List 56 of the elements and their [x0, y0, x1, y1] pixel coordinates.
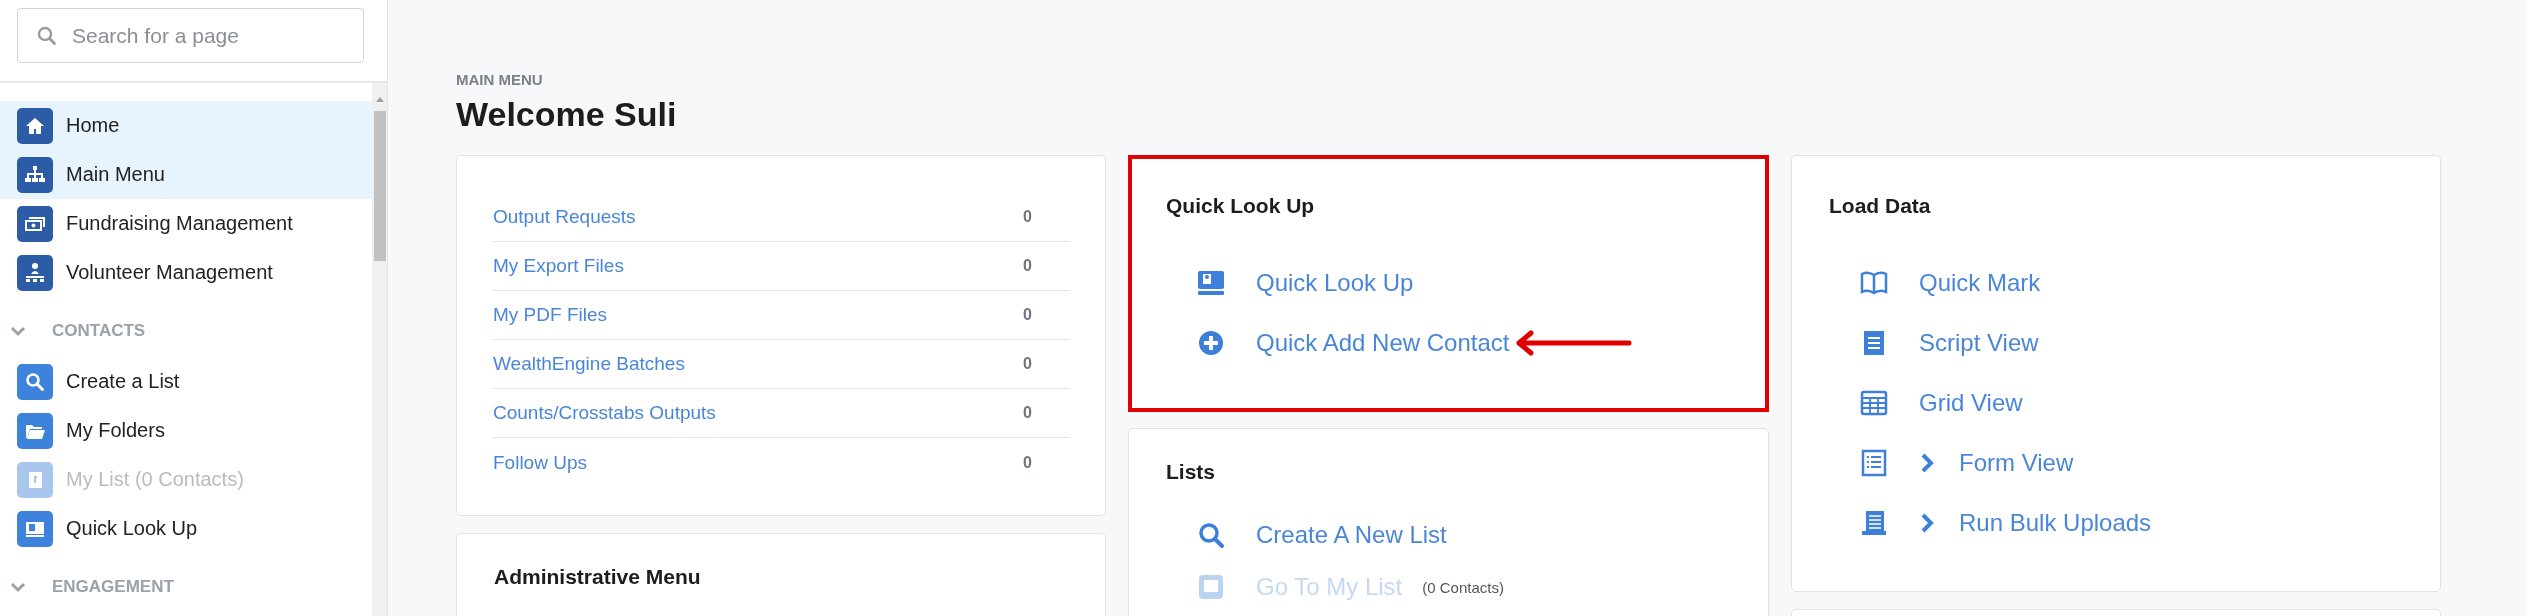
- page-title: Welcome Suli: [456, 94, 678, 135]
- menu-link[interactable]: Script View: [1919, 329, 2039, 357]
- sitemap-icon: [17, 156, 53, 193]
- section-header[interactable]: ENGAGEMENT: [0, 567, 372, 607]
- menu-link[interactable]: Quick Add New Contact: [1256, 329, 1510, 357]
- count: 0: [1023, 404, 1032, 422]
- scroll-up-icon[interactable]: [374, 95, 385, 105]
- id-card-icon: [17, 510, 53, 547]
- stacked-pages-icon: [1859, 508, 1889, 538]
- menu-link[interactable]: Run Bulk Uploads: [1959, 509, 2152, 537]
- menu-link[interactable]: Quick Look Up: [1256, 269, 1414, 297]
- menu-link[interactable]: My PDF Files: [493, 304, 607, 326]
- scrollbar-thumb[interactable]: [373, 111, 386, 261]
- menu-link[interactable]: Create A New List: [1256, 521, 1447, 549]
- sidebar-item[interactable]: Fundraising Management: [0, 199, 372, 248]
- folder-icon: [17, 412, 53, 449]
- sidebar-item[interactable]: Create a List: [0, 357, 372, 406]
- sidebar-item[interactable]: Main Menu: [0, 150, 372, 199]
- list-card-icon: [1196, 572, 1226, 602]
- menu-link[interactable]: Output Requests: [493, 206, 636, 228]
- grid-icon: [1859, 388, 1889, 418]
- section-header[interactable]: CONTACTS: [0, 311, 372, 351]
- sidebar-item[interactable]: Quick Look Up: [0, 504, 372, 553]
- banknotes-icon: [17, 205, 53, 242]
- plus-circle-icon: [1196, 328, 1226, 358]
- menu-link[interactable]: Counts/Crosstabs Outputs: [493, 402, 716, 424]
- contact-card-icon: [17, 461, 53, 498]
- sidebar-item[interactable]: Home: [0, 101, 372, 150]
- scrollbar[interactable]: [372, 83, 387, 616]
- search-icon: [37, 26, 57, 46]
- card-title: Quick Look Up: [1166, 193, 1316, 219]
- count: 0: [1023, 453, 1032, 472]
- menu-link[interactable]: Grid View: [1919, 389, 2023, 417]
- search-icon: [17, 363, 53, 400]
- search-icon: [1196, 520, 1226, 550]
- menu-link[interactable]: WealthEngine Batches: [493, 353, 685, 375]
- menu-link[interactable]: Follow Ups: [493, 451, 587, 474]
- menu-link[interactable]: My Export Files: [493, 255, 624, 277]
- card-title: Administrative Menu: [494, 564, 702, 590]
- org-chart-icon: [17, 254, 53, 291]
- sidebar-item[interactable]: My Folders: [0, 406, 372, 455]
- form-list-icon: [1859, 448, 1889, 478]
- sidebar-item[interactable]: Volunteer Management: [0, 248, 372, 297]
- menu-link[interactable]: Quick Mark: [1919, 269, 2041, 297]
- card-title: Load Data: [1829, 193, 1932, 219]
- home-icon: [17, 107, 53, 144]
- count: 0: [1023, 208, 1032, 226]
- count: 0: [1023, 257, 1032, 275]
- id-card-icon: [1196, 268, 1226, 298]
- search-field[interactable]: Search for a page: [17, 8, 364, 63]
- menu-link[interactable]: Form View: [1959, 449, 2074, 477]
- count: 0: [1023, 355, 1032, 373]
- card-title: Lists: [1166, 459, 1216, 485]
- contact-count: (0 Contacts): [1422, 578, 1504, 596]
- page-eyebrow: MAIN MENU: [456, 71, 544, 89]
- count: 0: [1023, 306, 1032, 324]
